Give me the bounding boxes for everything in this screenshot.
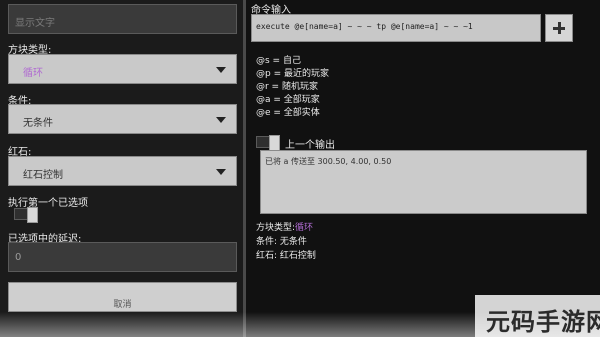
selector-item: @r = 随机玩家 <box>256 82 318 92</box>
info-block-type-label: 方块类型: <box>256 223 296 233</box>
condition-value: 无条件 <box>23 118 53 129</box>
name-field[interactable]: 显示文字 <box>8 4 237 34</box>
command-block-screen: 显示文字 方块类型: 循环 条件: 无条件 红石: 红石控制 执行第一个已选项 … <box>0 0 600 337</box>
toggle-knob <box>269 135 280 151</box>
info-block-type-value: 循环 <box>295 223 314 233</box>
selector-item: @a = 全部玩家 <box>256 95 320 105</box>
command-input-field[interactable]: execute @e[name=a] ~ ~ ~ tp @e[name=a] ~… <box>251 14 541 42</box>
left-settings-panel: 显示文字 方块类型: 循环 条件: 无条件 红石: 红石控制 执行第一个已选项 … <box>0 0 243 337</box>
chevron-down-icon <box>216 169 226 175</box>
selector-item: @e = 全部实体 <box>256 108 320 118</box>
execute-first-toggle[interactable] <box>14 207 38 223</box>
previous-output-label: 上一个输出 <box>285 140 335 151</box>
delay-field[interactable]: 0 <box>8 242 237 272</box>
chevron-down-icon <box>216 67 226 73</box>
selector-item: @s = 自己 <box>256 56 301 66</box>
cancel-label: 取消 <box>113 300 132 310</box>
info-condition: 条件: 无条件 <box>256 237 307 247</box>
condition-dropdown[interactable]: 无条件 <box>8 104 237 134</box>
command-input-value: execute @e[name=a] ~ ~ ~ tp @e[name=a] ~… <box>256 22 473 31</box>
add-button[interactable] <box>545 14 573 42</box>
block-type-dropdown[interactable]: 循环 <box>8 54 237 84</box>
chevron-down-icon <box>216 117 226 123</box>
watermark-text: 元码手游网 <box>486 308 600 336</box>
toggle-knob <box>27 207 38 223</box>
redstone-value: 红石控制 <box>23 170 63 181</box>
info-block-type: 方块类型:循环 <box>256 220 313 233</box>
selector-item: @p = 最近的玩家 <box>256 69 329 79</box>
cancel-button[interactable]: 取消 <box>8 282 237 312</box>
name-field-placeholder: 显示文字 <box>15 18 55 29</box>
previous-output-box: 已将 a 传送至 300.50, 4.00, 0.50 <box>260 150 587 214</box>
redstone-dropdown[interactable]: 红石控制 <box>8 156 237 186</box>
previous-output-text: 已将 a 传送至 300.50, 4.00, 0.50 <box>265 157 392 166</box>
info-redstone: 红石: 红石控制 <box>256 251 316 261</box>
delay-value: 0 <box>15 252 22 263</box>
execute-first-label: 执行第一个已选项 <box>8 198 88 209</box>
previous-output-toggle[interactable] <box>256 135 280 151</box>
block-type-value: 循环 <box>23 68 43 79</box>
